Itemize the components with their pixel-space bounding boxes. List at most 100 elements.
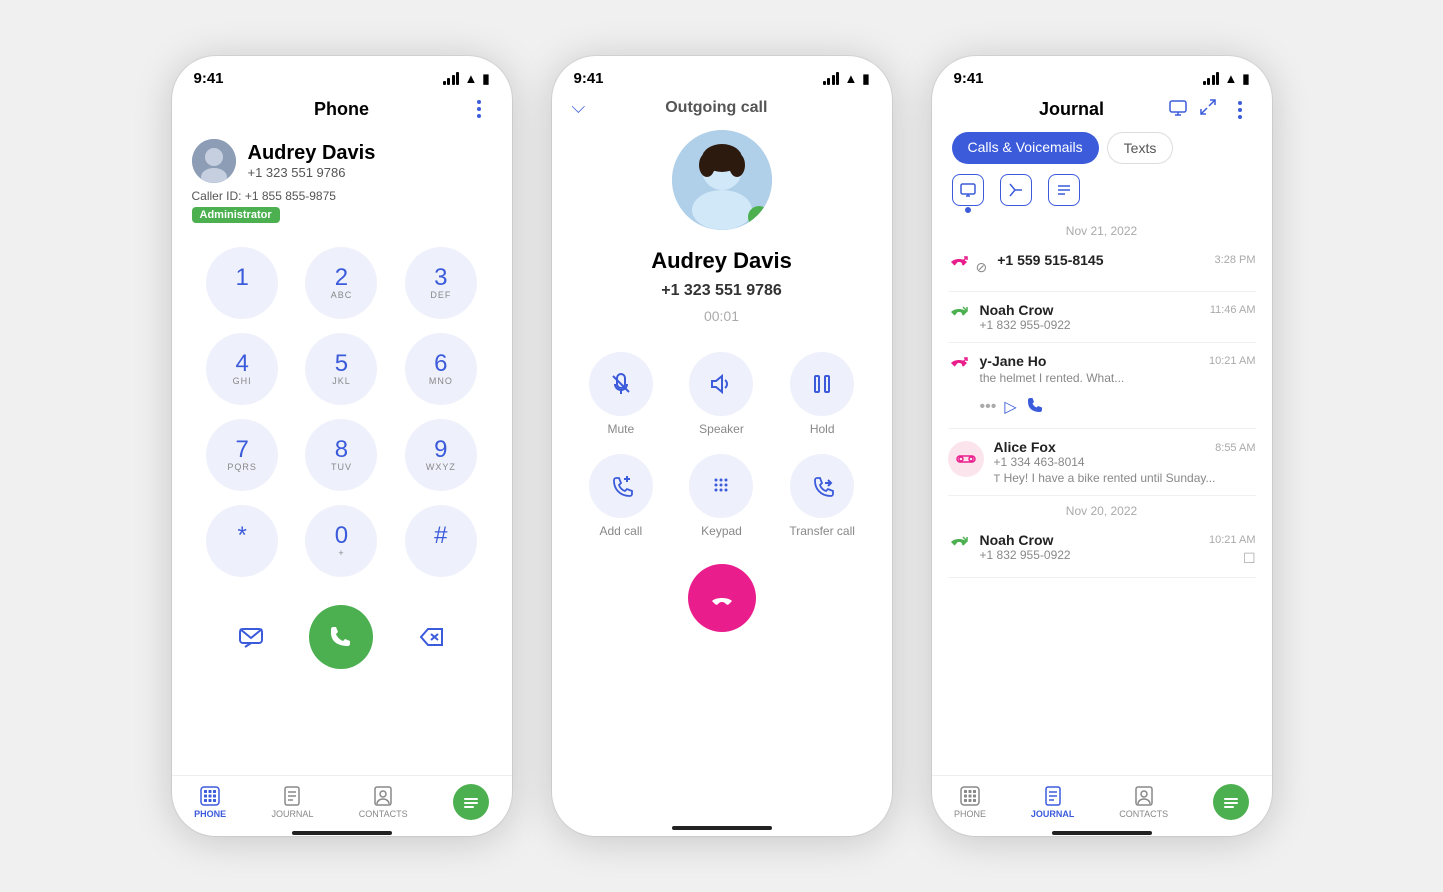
list-item[interactable]: Noah Crow +1 832 955-0922 11:46 AM bbox=[948, 292, 1256, 343]
admin-badge: Administrator bbox=[192, 207, 280, 223]
dial-key-3[interactable]: 3DEF bbox=[405, 247, 477, 319]
nav-journal-label: JOURNAL bbox=[271, 809, 313, 819]
list-item[interactable]: Alice Fox 8:55 AM +1 334 463-8014 T Hey!… bbox=[948, 429, 1256, 496]
nav-journal[interactable]: JOURNAL bbox=[271, 785, 313, 819]
blocked-icon: ⊘ bbox=[976, 259, 988, 276]
outgoing-call-icon-2 bbox=[948, 534, 970, 562]
speaker-button[interactable]: Speaker bbox=[680, 352, 763, 436]
date-divider-2: Nov 20, 2022 bbox=[948, 496, 1256, 522]
dial-key-2[interactable]: 2ABC bbox=[305, 247, 377, 319]
entry-time-5: 10:21 AM bbox=[1209, 534, 1255, 546]
nav-contacts-label-3: CONTACTS bbox=[1119, 809, 1168, 819]
battery-icon-3: ▮ bbox=[1242, 71, 1249, 87]
call-timer: 00:01 bbox=[704, 308, 739, 324]
contact-details: Audrey Davis +1 323 551 9786 bbox=[248, 142, 376, 180]
add-call-button[interactable]: Add call bbox=[580, 454, 663, 538]
battery-icon-2: ▮ bbox=[862, 71, 869, 87]
journal-more-button[interactable] bbox=[1228, 98, 1252, 122]
caller-id-text: Caller ID: +1 855 855-9875 bbox=[192, 189, 336, 203]
entry-actions-3: ••• ▷ bbox=[948, 395, 1043, 418]
play-icon[interactable]: ▷ bbox=[1004, 397, 1016, 417]
hold-label: Hold bbox=[810, 422, 835, 436]
mute-button[interactable]: Mute bbox=[580, 352, 663, 436]
transfer-call-button[interactable]: Transfer call bbox=[781, 454, 864, 538]
end-call-button[interactable] bbox=[688, 564, 756, 632]
signal-icon-3 bbox=[1203, 72, 1220, 85]
dial-key-6[interactable]: 6MNO bbox=[405, 333, 477, 405]
nav-contacts-label: CONTACTS bbox=[359, 809, 408, 819]
journal-content: Journal bbox=[932, 93, 1272, 830]
call-back-icon[interactable] bbox=[1025, 395, 1043, 418]
nav-phone-label-3: PHONE bbox=[954, 809, 986, 819]
caller-avatar-large: ✓ bbox=[672, 130, 772, 230]
dialpad: 1 2ABC 3DEF 4GHI 5JKL 6MNO 7PQRS 8TUV 9W… bbox=[172, 229, 512, 595]
entry-name-5: Noah Crow bbox=[980, 532, 1200, 548]
entry-time-1: 3:28 PM bbox=[1215, 254, 1256, 266]
dial-key-7[interactable]: 7PQRS bbox=[206, 419, 278, 491]
filter-screen-icon[interactable] bbox=[952, 174, 984, 206]
entry-number-1: +1 559 515-8145 bbox=[997, 252, 1204, 268]
filter-expand-icon[interactable] bbox=[1000, 174, 1032, 206]
backspace-button[interactable] bbox=[412, 617, 452, 657]
entry-name-4: Alice Fox bbox=[994, 439, 1056, 455]
tab-calls-voicemails[interactable]: Calls & Voicemails bbox=[952, 132, 1099, 164]
status-bar-2: 9:41 ▲ ▮ bbox=[552, 56, 892, 93]
dial-key-1[interactable]: 1 bbox=[206, 247, 278, 319]
keypad-label: Keypad bbox=[701, 524, 742, 538]
dial-key-5[interactable]: 5JKL bbox=[305, 333, 377, 405]
journal-entry-info-4: Alice Fox 8:55 AM +1 334 463-8014 T Hey!… bbox=[994, 439, 1256, 485]
list-item[interactable]: ⊘ +1 559 515-8145 3:28 PM bbox=[948, 242, 1256, 292]
status-icons-1: ▲ ▮ bbox=[443, 71, 490, 87]
dial-key-9[interactable]: 9WXYZ bbox=[405, 419, 477, 491]
nav-phone-3[interactable]: PHONE bbox=[954, 785, 986, 819]
alice-fox-avatar bbox=[948, 441, 984, 477]
filter-list-icon[interactable] bbox=[1048, 174, 1080, 206]
list-item[interactable]: Noah Crow +1 832 955-0922 10:21 AM ☐ bbox=[948, 522, 1256, 578]
entry-snippet-4: T Hey! I have a bike rented until Sunday… bbox=[994, 471, 1256, 485]
expand-icon[interactable] bbox=[1198, 97, 1218, 122]
battery-icon: ▮ bbox=[482, 71, 489, 87]
journal-list: Nov 21, 2022 ⊘ +1 559 515-8145 bbox=[932, 216, 1272, 775]
speaker-label: Speaker bbox=[699, 422, 744, 436]
nav-contacts-3[interactable]: CONTACTS bbox=[1119, 785, 1168, 819]
screen-share-icon[interactable] bbox=[1168, 97, 1188, 122]
call-content: ⌵ Outgoing call ✓ Audrey Davis +1 323 55… bbox=[552, 93, 892, 816]
dial-key-hash[interactable]: # bbox=[405, 505, 477, 577]
phone-screen: 9:41 ▲ ▮ Phone Audre bbox=[172, 56, 512, 836]
filter-row bbox=[932, 174, 1272, 216]
nav-phone[interactable]: PHONE bbox=[194, 785, 226, 819]
date-divider-1: Nov 21, 2022 bbox=[948, 216, 1256, 242]
journal-screen: 9:41 ▲ ▮ Journal bbox=[932, 56, 1272, 836]
journal-entry-info-2: Noah Crow +1 832 955-0922 bbox=[980, 302, 1200, 332]
dial-key-8[interactable]: 8TUV bbox=[305, 419, 377, 491]
entry-name-2: Noah Crow bbox=[980, 302, 1200, 318]
message-status-icon: ☐ bbox=[1243, 550, 1256, 567]
status-bar-3: 9:41 ▲ ▮ bbox=[932, 56, 1272, 93]
tab-texts[interactable]: Texts bbox=[1107, 132, 1174, 164]
status-time-1: 9:41 bbox=[194, 70, 224, 87]
minimize-button[interactable]: ⌵ bbox=[572, 97, 586, 118]
call-button[interactable] bbox=[309, 605, 373, 669]
nav-avatar-3[interactable] bbox=[1213, 784, 1249, 820]
transfer-label: Transfer call bbox=[789, 524, 855, 538]
top-bar-1: Phone bbox=[172, 93, 512, 129]
list-item[interactable]: y-Jane Ho the helmet I rented. What... 1… bbox=[948, 343, 1256, 429]
hold-button[interactable]: Hold bbox=[781, 352, 864, 436]
entry-time-2: 11:46 AM bbox=[1210, 304, 1256, 316]
status-icons-2: ▲ ▮ bbox=[823, 71, 870, 87]
dial-key-star[interactable]: * bbox=[206, 505, 278, 577]
more-icon[interactable]: ••• bbox=[980, 398, 997, 416]
nav-journal-3[interactable]: JOURNAL bbox=[1031, 785, 1075, 819]
dial-key-4[interactable]: 4GHI bbox=[206, 333, 278, 405]
message-button[interactable] bbox=[231, 617, 271, 657]
add-call-label: Add call bbox=[599, 524, 642, 538]
nav-avatar[interactable] bbox=[453, 784, 489, 820]
call-status-label: Outgoing call bbox=[665, 99, 767, 117]
dial-key-0[interactable]: 0+ bbox=[305, 505, 377, 577]
keypad-button[interactable]: Keypad bbox=[680, 454, 763, 538]
nav-contacts[interactable]: CONTACTS bbox=[359, 785, 408, 819]
bottom-nav-3: PHONE JOURNAL CONTACTS bbox=[932, 775, 1272, 830]
more-options-button[interactable] bbox=[467, 97, 491, 121]
entry-number-2: +1 832 955-0922 bbox=[980, 318, 1200, 332]
journal-entry-info-3: y-Jane Ho the helmet I rented. What... bbox=[980, 353, 1200, 385]
